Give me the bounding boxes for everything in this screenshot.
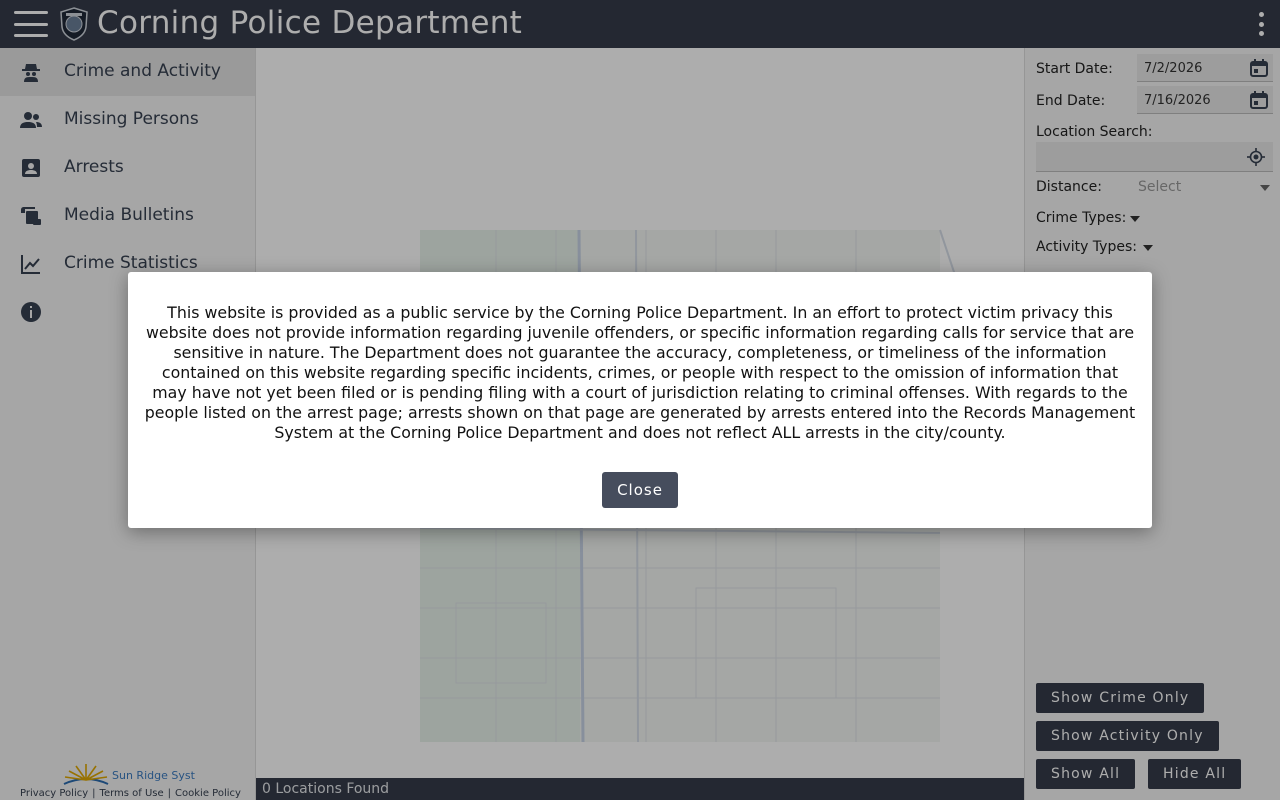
disclaimer-text: This website is provided as a public ser…: [144, 303, 1136, 442]
close-button[interactable]: Close: [602, 472, 678, 508]
disclaimer-dialog: This website is provided as a public ser…: [128, 272, 1152, 528]
